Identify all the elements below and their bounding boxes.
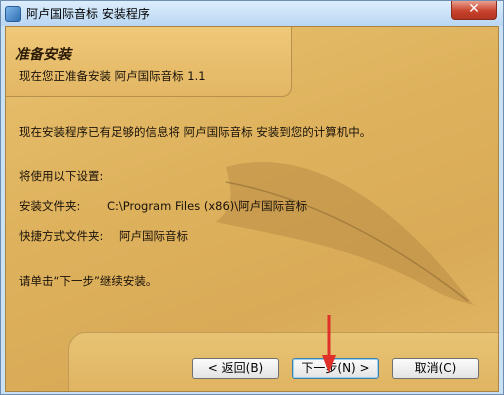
app-icon [5,6,21,22]
intro-text: 现在安装程序已有足够的信息将 阿卢国际音标 安装到您的计算机中。 [19,125,372,139]
title-bar[interactable]: 阿卢国际音标 安装程序 ✕ [1,1,503,26]
back-button[interactable]: < 返回(B) [192,358,279,379]
wizard-header: 准备安装 现在您正准备安装 阿卢国际音标 1.1 [6,27,292,97]
settings-heading: 将使用以下设置: [19,169,104,183]
shortcut-folder-label: 快捷方式文件夹: [19,229,104,243]
install-folder-label: 安装文件夹: [19,199,81,213]
window-title: 阿卢国际音标 安装程序 [26,7,150,21]
page-subtitle: 现在您正准备安装 阿卢国际音标 1.1 [19,69,206,83]
continue-hint: 请单击“下一步”继续安装。 [19,274,158,288]
page-title: 准备安装 [15,47,71,63]
install-folder-value: C:\Program Files (x86)\阿卢国际音标 [107,199,308,213]
installer-window: 阿卢国际音标 安装程序 ✕ 准备安装 现在您正准备安装 阿卢国际音标 1.1 现… [0,0,504,395]
cancel-button[interactable]: 取消(C) [392,358,479,379]
feather-watermark-icon [216,161,474,305]
red-arrow-annotation-icon [322,315,336,373]
close-button[interactable]: ✕ [451,1,497,20]
shortcut-folder-value: 阿卢国际音标 [119,229,188,243]
wizard-page: 准备安装 现在您正准备安装 阿卢国际音标 1.1 现在安装程序已有足够的信息将 … [5,26,499,392]
